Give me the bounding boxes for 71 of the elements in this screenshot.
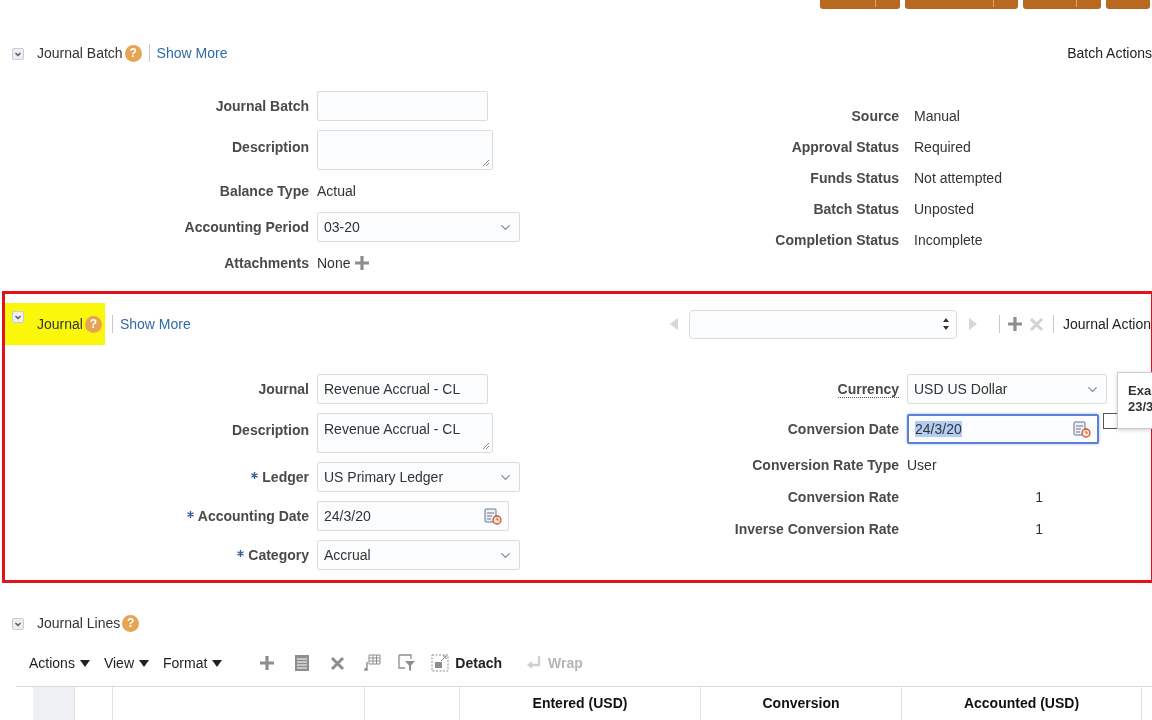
date-field[interactable]: 24/3/20 (317, 501, 509, 531)
tooltip-text: 23/3 (1128, 399, 1152, 415)
status-label: Batch Status (813, 201, 899, 217)
section-title: Journal Batch (37, 45, 123, 61)
caret-icon (79, 659, 90, 667)
status-label: Approval Status (791, 139, 899, 155)
column-header[interactable]: Conversion (701, 687, 902, 720)
detach-icon (431, 654, 450, 672)
field-label: Ledger (262, 469, 309, 485)
date-field[interactable]: 24/3/20 (907, 414, 1099, 444)
batch-actions-menu[interactable]: Batch Actions (1067, 45, 1152, 61)
collapse-icon[interactable] (12, 311, 24, 323)
wrap-icon (526, 655, 543, 671)
calendar-icon[interactable] (1073, 420, 1091, 438)
show-more-link[interactable]: Show More (156, 45, 228, 61)
status-value: Not attempted (914, 169, 1003, 188)
toolbar-action[interactable]: Detach (431, 654, 503, 672)
spinner-icon (942, 317, 951, 331)
section-title: Journal (37, 316, 83, 332)
field-value: Actual (317, 182, 357, 201)
calendar-icon[interactable] (484, 507, 502, 525)
dropdown[interactable]: USD US Dollar (907, 374, 1107, 404)
field-value: 1 (1034, 488, 1043, 507)
status-value: Required (914, 138, 972, 157)
resize-handle-icon[interactable] (482, 442, 490, 450)
column-header[interactable]: Entered (USD) (460, 687, 701, 720)
field-label: Inverse Conversion Rate (734, 521, 899, 537)
menu-button[interactable]: Actions (29, 655, 90, 671)
field-label: Balance Type (219, 183, 309, 199)
caret-icon (212, 659, 223, 667)
field-label: Conversion Date (787, 421, 899, 437)
caret-icon (139, 659, 149, 667)
status-label: Source (851, 108, 899, 124)
field-value: None (317, 254, 351, 273)
status-label: Funds Status (810, 170, 899, 186)
tooltip-text: Exa (1128, 383, 1152, 399)
status-value: Unposted (914, 200, 975, 219)
column-header[interactable]: Accounted (USD) (902, 687, 1142, 720)
field-label: Accounting Date (197, 508, 309, 524)
show-more-link[interactable]: Show More (119, 316, 191, 332)
field-label: Description (232, 139, 309, 155)
journal-actions-menu[interactable]: Journal Action (1063, 316, 1151, 332)
dropdown[interactable]: 03-20 (317, 212, 520, 242)
text-field[interactable] (317, 91, 488, 121)
add-icon[interactable] (1007, 316, 1024, 332)
status-label: Completion Status (775, 232, 899, 248)
field-label: Attachments (224, 255, 309, 271)
menu-button[interactable]: View (103, 655, 149, 671)
status-value: Incomplete (914, 231, 984, 250)
dropdown[interactable]: US Primary Ledger (317, 462, 520, 492)
section-title: Journal Lines (37, 615, 121, 631)
field-label: Description (232, 422, 309, 438)
field-label: Journal (258, 381, 309, 397)
field-value: User (907, 456, 938, 475)
description-field[interactable] (317, 130, 493, 170)
field-label: Journal Batch (215, 98, 309, 114)
collapse-icon[interactable] (12, 618, 24, 630)
resize-handle-icon[interactable] (482, 159, 490, 167)
menu-button[interactable]: Format (163, 655, 223, 671)
collapse-icon[interactable] (12, 48, 24, 60)
status-value: Manual (914, 107, 961, 126)
field-value: 1 (1034, 520, 1043, 539)
field-label: Accounting Period (184, 219, 309, 235)
add-attachment-icon[interactable] (354, 255, 371, 271)
description-field[interactable]: Revenue Accrual - CL (317, 413, 493, 453)
field-label: Conversion Rate Type (752, 457, 899, 473)
dropdown[interactable]: Accrual (317, 540, 520, 570)
text-field[interactable]: Revenue Accrual - CL (317, 374, 488, 404)
field-label: Category (248, 547, 309, 563)
field-label: Conversion Rate (787, 489, 899, 505)
field-label: Currency (837, 380, 899, 398)
